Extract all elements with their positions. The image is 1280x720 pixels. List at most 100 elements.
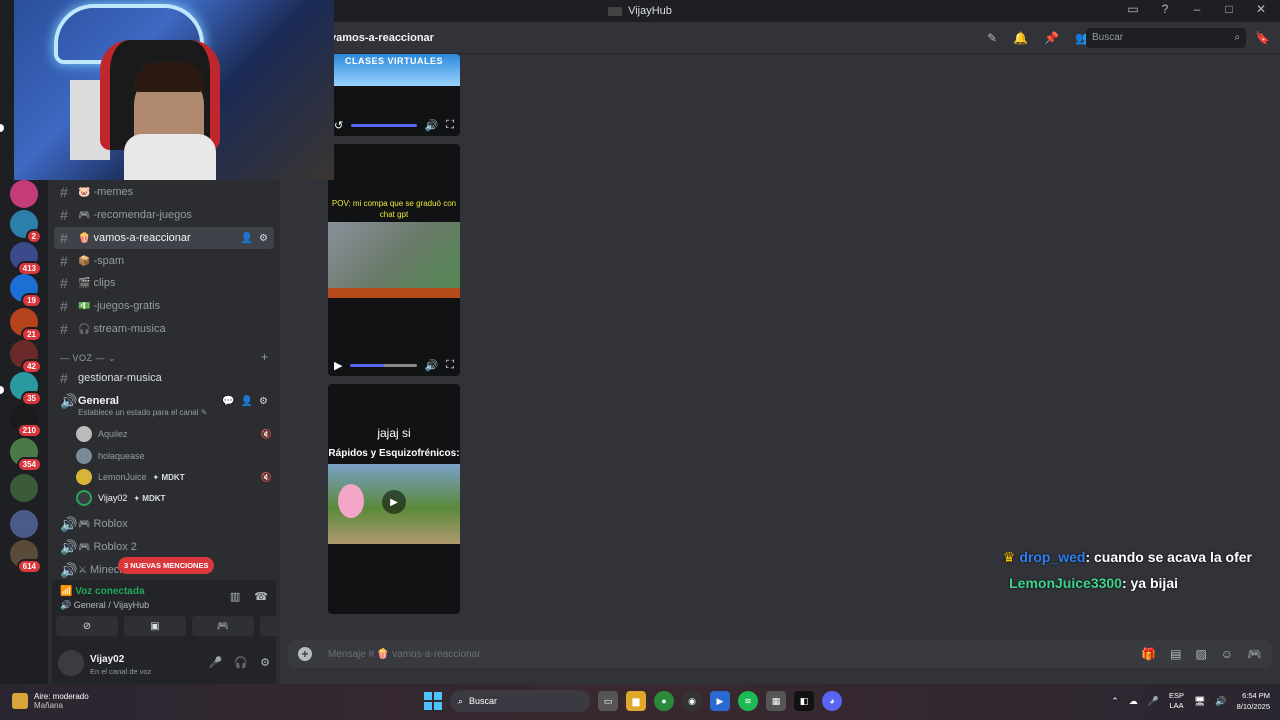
voice-channel-roblox[interactable]: 🔊 🎮 Roblox <box>54 513 274 535</box>
channel-emoji: 🎮 <box>78 209 91 221</box>
voice-user[interactable]: holaquease <box>76 446 272 466</box>
weather-widget[interactable]: Aire: moderado Mañana <box>12 692 89 710</box>
volume-icon[interactable]: 🔊 <box>425 359 439 372</box>
play-icon[interactable]: ▶ <box>334 359 342 372</box>
volume-icon[interactable]: 🔊 <box>1215 696 1226 707</box>
fullscreen-icon[interactable]: ⛶ <box>446 119 454 132</box>
add-attachment-icon[interactable]: + <box>298 647 312 661</box>
chevron-up-icon[interactable]: ⌃ <box>1111 696 1119 707</box>
cloud-icon[interactable]: ☁ <box>1129 696 1138 707</box>
bell-icon[interactable]: 🔔 <box>1013 31 1028 45</box>
bookmark-icon[interactable]: 🔖 <box>1255 31 1270 45</box>
voice-user[interactable]: Vijay02 ✦ MDKT <box>76 488 272 508</box>
server-icon[interactable]: 35 <box>10 372 42 406</box>
inbox-icon[interactable]: ▭ <box>1124 2 1142 16</box>
gift-icon[interactable]: 🎁 <box>1141 647 1156 661</box>
channel-vamos-a-reaccionar[interactable]: # 🍿 vamos-a-reaccionar 👤 ⚙ <box>54 227 274 249</box>
microphone-icon[interactable]: 🎤 <box>209 656 223 669</box>
server-icon[interactable]: 21 <box>10 308 42 342</box>
clock[interactable]: 6:54 PM 8/10/2025 <box>1237 690 1270 712</box>
obs-icon[interactable]: ◉ <box>682 691 702 711</box>
taskbar-search[interactable]: ⌕ Buscar <box>450 690 590 712</box>
headphones-icon[interactable]: 🎧 <box>234 656 248 669</box>
server-icon[interactable] <box>10 510 38 538</box>
avatar[interactable] <box>58 650 84 676</box>
video-thumbnail: CLASES VIRTUALES <box>328 54 460 86</box>
fullscreen-icon[interactable]: ⛶ <box>446 359 454 372</box>
message-composer[interactable]: + Mensaje # 🍿 vamos-a-reaccionar 🎁 ▤ ▨ ☺… <box>288 640 1272 668</box>
task-view-icon[interactable]: ▭ <box>598 691 618 711</box>
channel-emoji: ⚔ <box>78 564 87 576</box>
activity-button[interactable]: 🎮 <box>192 616 254 636</box>
channel-juegos-gratis[interactable]: # 💵 -juegos-gratis <box>54 295 274 317</box>
server-icon[interactable]: 42 <box>10 340 42 374</box>
invite-icon[interactable]: 👤 <box>241 396 253 407</box>
activities-icon[interactable]: 🎮 <box>1247 647 1262 661</box>
voice-user[interactable]: LemonJuice ✦ MDKT 🔇 <box>76 467 272 487</box>
voice-user[interactable]: Aquilez 🔇 <box>76 424 272 444</box>
channel-stream-musica[interactable]: # 🎧 stream-musica <box>54 318 274 340</box>
network-icon[interactable]: 🖥 <box>1194 696 1205 707</box>
gear-icon[interactable]: ⚙ <box>259 396 268 407</box>
store-icon[interactable]: ▦ <box>766 691 786 711</box>
server-icon[interactable]: 2 <box>10 210 42 244</box>
new-mentions-badge[interactable]: 3 NUEVAS MENCIONES <box>118 557 215 574</box>
video-controls: ↺ 🔊 ⛶ <box>334 119 454 132</box>
server-icon[interactable]: 210 <box>10 404 42 438</box>
video-progress[interactable] <box>350 364 417 367</box>
noise-suppression-icon[interactable]: ▥ <box>230 590 240 603</box>
weather-sub: Mañana <box>34 701 63 710</box>
close-button[interactable]: ✕ <box>1252 2 1270 16</box>
server-icon[interactable]: 413 <box>10 242 42 276</box>
microphone-icon[interactable]: 🎤 <box>1148 696 1159 707</box>
gif-icon[interactable]: ▤ <box>1170 647 1181 661</box>
video-attachment[interactable]: POV: mi compa que se graduó con chat gpt… <box>328 144 460 376</box>
invite-icon[interactable]: 👤 <box>241 233 253 244</box>
channel-recomendar-juegos[interactable]: # 🎮 -recomendar-juegos <box>54 204 274 226</box>
video-progress[interactable] <box>351 124 417 127</box>
minimize-button[interactable]: – <box>1188 2 1206 16</box>
gear-icon[interactable]: ⚙ <box>259 233 268 244</box>
app-icon[interactable]: ◧ <box>794 691 814 711</box>
sticker-icon[interactable]: ▨ <box>1195 647 1206 661</box>
voice-category[interactable]: — VOZ — ⌄ <box>60 353 116 364</box>
emoji-icon[interactable]: ☺ <box>1221 647 1233 661</box>
add-channel-icon[interactable]: + <box>261 350 268 364</box>
volume-icon[interactable]: 🔊 <box>425 119 439 132</box>
camera-button[interactable]: ⊘ <box>56 616 118 636</box>
server-icon[interactable]: 614 <box>10 540 42 574</box>
server-icon[interactable]: 19 <box>10 274 42 308</box>
file-explorer-icon[interactable]: ▆ <box>626 691 646 711</box>
voice-channel-roblox-2[interactable]: 🔊 🎮 Roblox 2 <box>54 536 274 558</box>
video-attachment[interactable]: CLASES VIRTUALES ↺ 🔊 ⛶ <box>328 54 460 136</box>
user-tag: ✦ MDKT <box>133 493 166 503</box>
voice-status[interactable]: Establece un estado para el canal ✎ <box>78 408 207 417</box>
vscode-icon[interactable]: ▶ <box>710 691 730 711</box>
gear-icon[interactable]: ⚙ <box>260 656 270 669</box>
discord-icon[interactable]: ◕ <box>822 691 842 711</box>
chat-icon[interactable]: 💬 <box>222 396 234 407</box>
server-icon[interactable] <box>10 180 38 208</box>
search-input[interactable]: Buscar ⌕ <box>1086 27 1246 48</box>
replay-icon[interactable]: ↺ <box>334 119 343 132</box>
start-button[interactable] <box>424 692 442 710</box>
voice-connected-sub[interactable]: 🔊 General / VijayHub <box>60 600 149 611</box>
channel-clips[interactable]: # 🎬 clips <box>54 272 274 294</box>
video-attachment[interactable]: jajaj si Rápidos y Esquizofrénicos: ▶ <box>328 384 460 614</box>
disconnect-icon[interactable]: ☎ <box>254 590 268 603</box>
threads-icon[interactable]: ✎ <box>987 31 997 45</box>
user-name[interactable]: Vijay02 <box>90 654 124 665</box>
play-icon[interactable]: ▶ <box>382 490 406 514</box>
channel-gestionar-musica[interactable]: # gestionar-musica <box>54 367 274 389</box>
server-icon[interactable] <box>10 474 38 502</box>
chrome-icon[interactable]: ● <box>654 691 674 711</box>
screen-share-button[interactable]: ▣ <box>124 616 186 636</box>
maximize-button[interactable]: □ <box>1220 2 1238 16</box>
help-icon[interactable]: ? <box>1156 2 1174 16</box>
server-icon[interactable]: 354 <box>10 438 42 472</box>
channel-spam[interactable]: # 📦 -spam <box>54 250 274 272</box>
spotify-icon[interactable]: ≋ <box>738 691 758 711</box>
channel-memes[interactable]: # 🐷 -memes <box>54 181 274 203</box>
language-indicator[interactable]: ESP LAA <box>1169 691 1184 711</box>
pin-icon[interactable]: 📌 <box>1044 31 1059 45</box>
